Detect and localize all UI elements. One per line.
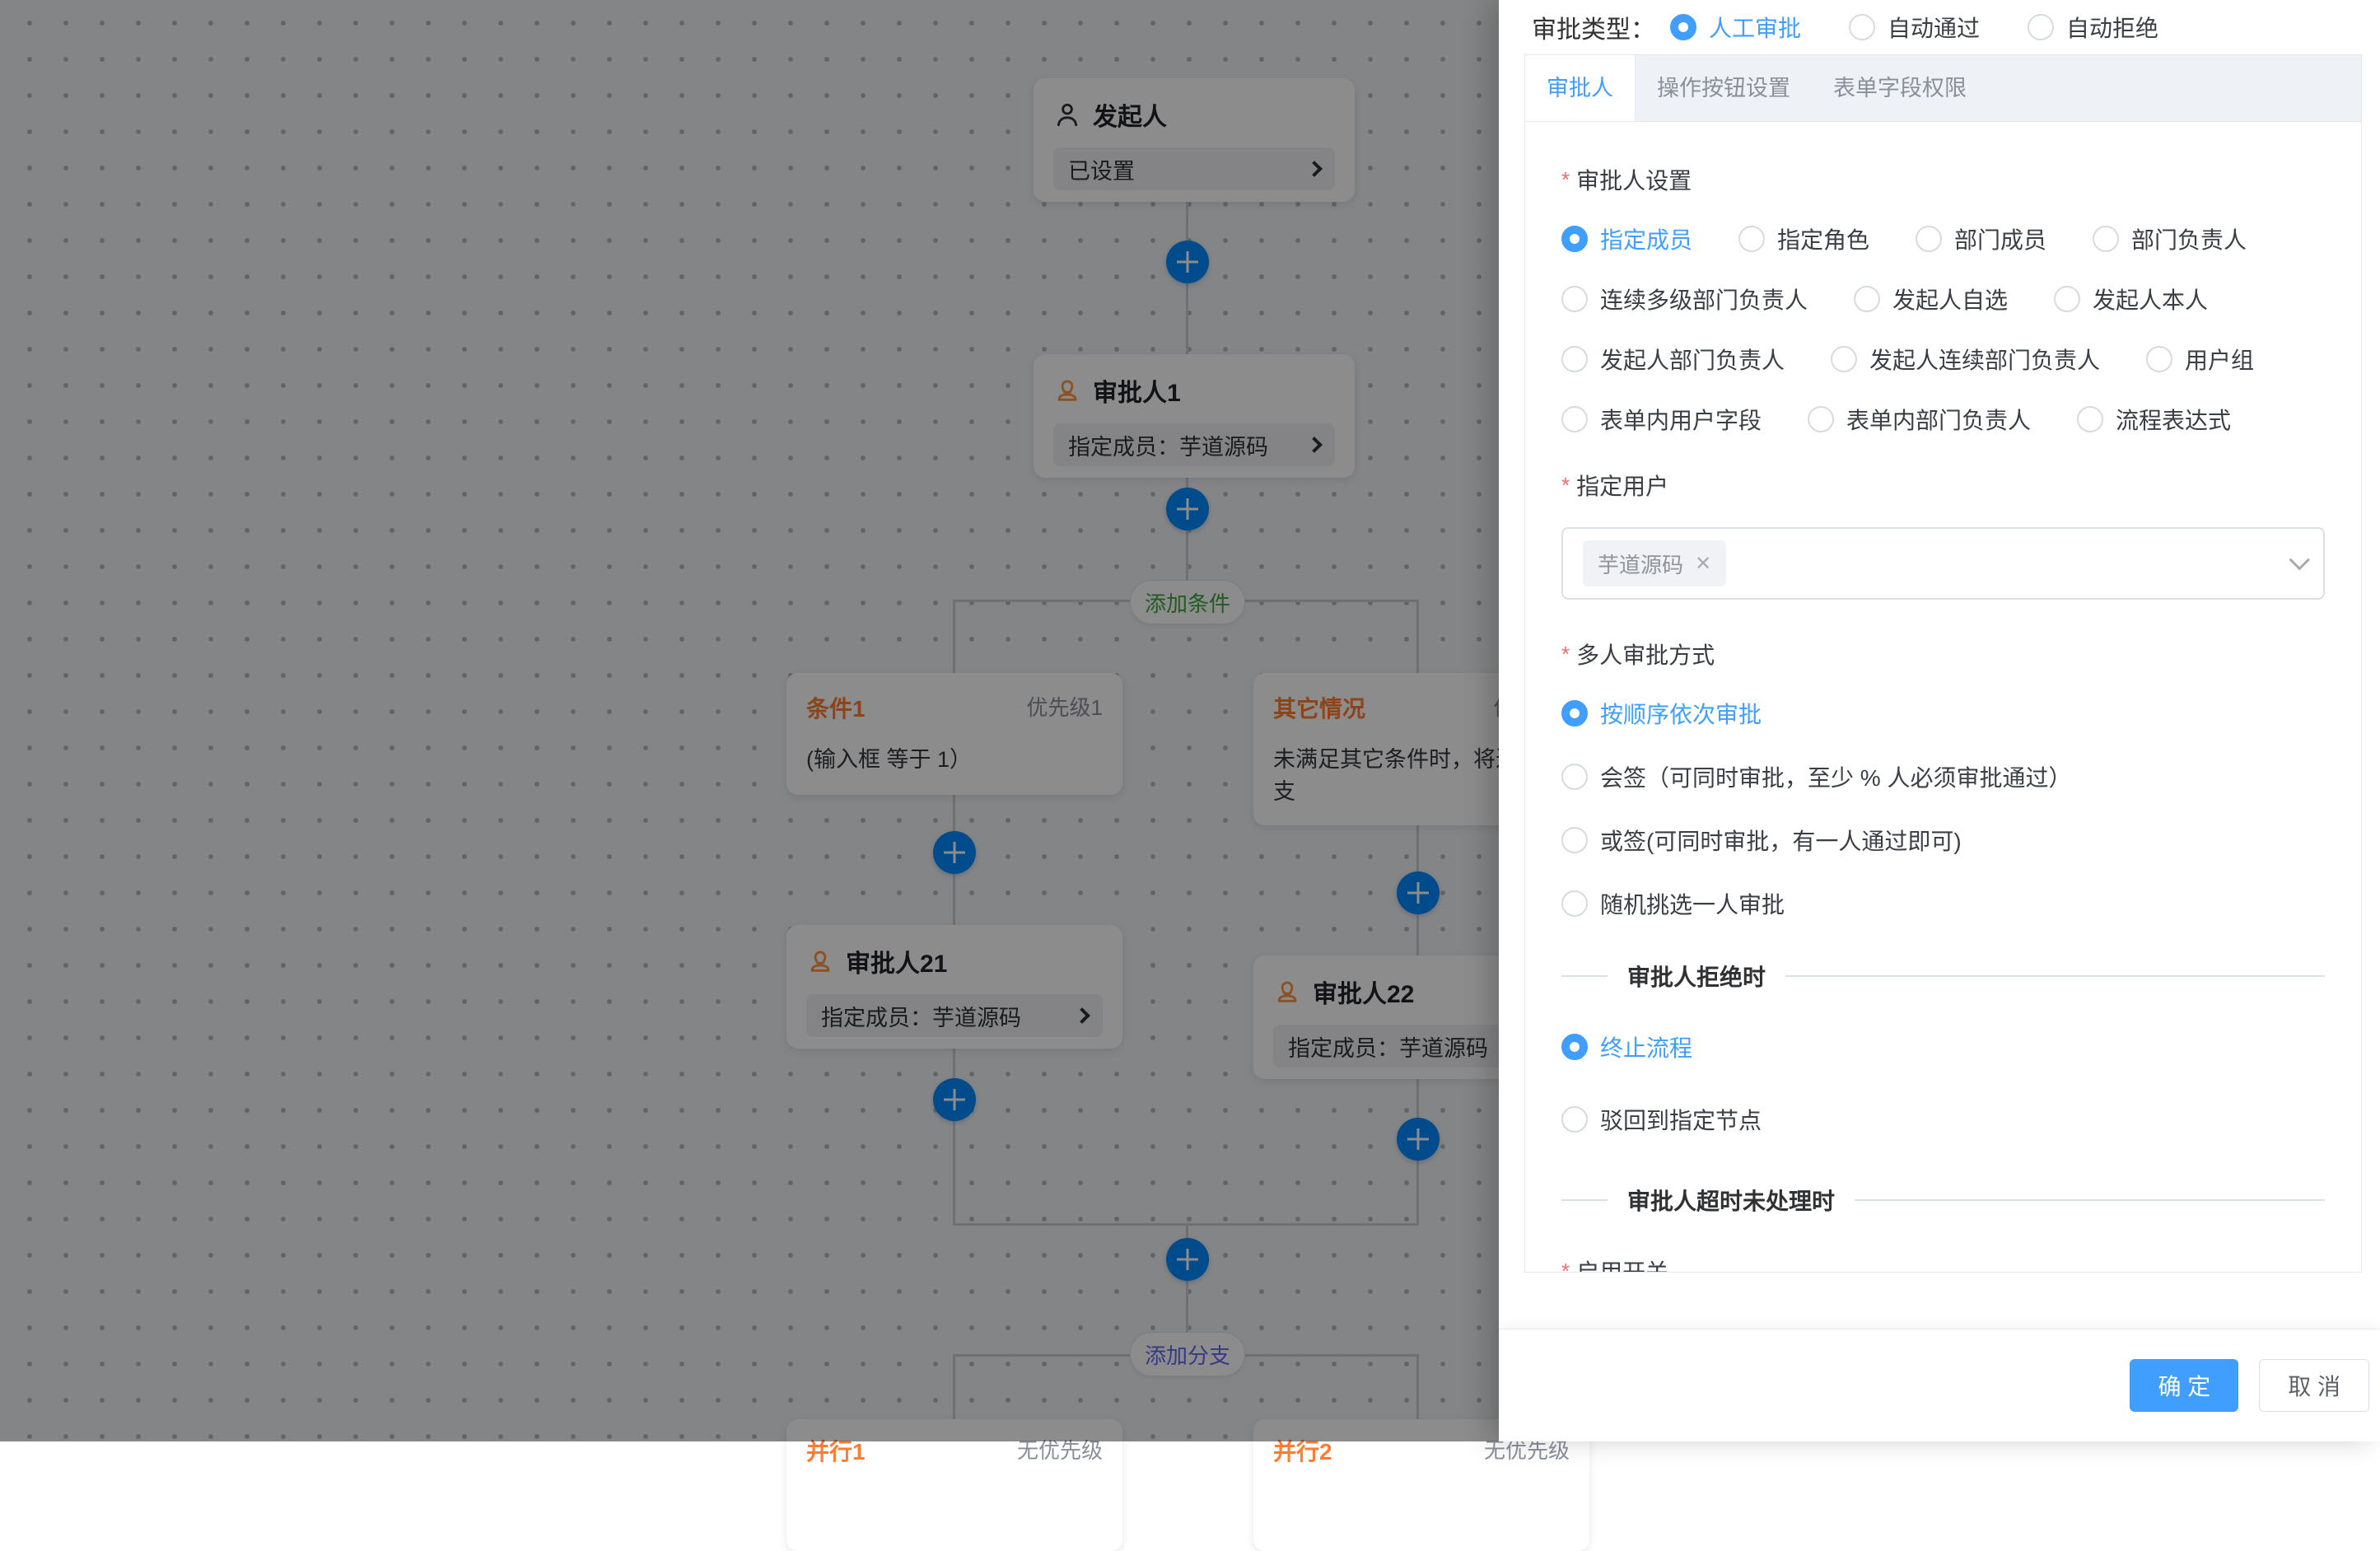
radio-specified-member[interactable]: 指定成员	[1561, 222, 1692, 255]
tab-approver[interactable]: 审批人	[1525, 55, 1636, 121]
radio-icon	[1561, 226, 1588, 252]
drawer-footer: 确 定 取 消	[1499, 1329, 2380, 1441]
radio-specified-role[interactable]: 指定角色	[1738, 222, 1869, 255]
radio-manual-approval[interactable]: 人工审批	[1670, 11, 1801, 44]
radio-multi-level-dept-leader[interactable]: 连续多级部门负责人	[1561, 283, 1808, 315]
radio-initiator-self[interactable]: 发起人本人	[2054, 283, 2208, 315]
reject-radio-group: 终止流程 驳回到指定节点	[1561, 1030, 2325, 1136]
radio-auto-reject[interactable]: 自动拒绝	[2028, 11, 2158, 44]
radio-dept-leader[interactable]: 部门负责人	[2093, 222, 2247, 255]
multi-approve-label: * 多人审批方式	[1561, 638, 2325, 670]
radio-icon	[1916, 226, 1942, 252]
specify-user-label: * 指定用户	[1561, 469, 2325, 502]
radio-icon	[1670, 14, 1696, 40]
tag-close-icon[interactable]: ✕	[1695, 552, 1711, 576]
tab-form-field-permissions[interactable]: 表单字段权限	[1812, 55, 1988, 121]
enable-switch-label: * 启用开关	[1561, 1254, 2325, 1272]
tab-bar: 审批人 操作按钮设置 表单字段权限	[1525, 55, 2361, 122]
reject-section-divider: 审批人拒绝时	[1561, 960, 2325, 993]
radio-icon	[1561, 346, 1588, 372]
radio-auto-approve[interactable]: 自动通过	[1849, 11, 1980, 44]
radio-icon	[1561, 764, 1588, 790]
user-tag-label: 芋道源码	[1598, 549, 1683, 579]
radio-icon	[2054, 286, 2080, 312]
radio-icon	[1561, 1106, 1588, 1133]
settings-tabs-card: 审批人 操作按钮设置 表单字段权限 * 审批人设置 指定成员 指定角色	[1524, 54, 2362, 1273]
approval-type-label: 审批类型：	[1532, 9, 1655, 45]
radio-icon	[2028, 14, 2054, 40]
confirm-button[interactable]: 确 定	[2130, 1359, 2238, 1412]
radio-icon	[1561, 406, 1588, 432]
radio-return-to-node[interactable]: 驳回到指定节点	[1561, 1103, 2325, 1136]
required-asterisk: *	[1561, 473, 1570, 498]
reject-section-title: 审批人拒绝时	[1608, 960, 1785, 993]
radio-initiator-multi-dept-leader[interactable]: 发起人连续部门负责人	[1831, 343, 2100, 376]
radio-icon	[1561, 700, 1588, 726]
user-tag: 芋道源码 ✕	[1583, 540, 1726, 586]
radio-initiator-choose[interactable]: 发起人自选	[1854, 283, 2008, 315]
approval-type-row: 审批类型： 人工审批 自动通过 自动拒绝	[1499, 0, 2380, 54]
radio-icon	[1831, 346, 1857, 372]
radio-icon	[2093, 226, 2119, 252]
approver-setting-row: 发起人部门负责人 发起人连续部门负责人 用户组	[1561, 343, 2325, 376]
approval-type-radio-group: 人工审批 自动通过 自动拒绝	[1670, 11, 2158, 44]
approver-settings-drawer: 审批类型： 人工审批 自动通过 自动拒绝 审批人 操作按钮设置 表单字段权限	[1499, 0, 2380, 1441]
timeout-section-title: 审批人超时未处理时	[1608, 1184, 1855, 1217]
radio-countersign[interactable]: 会签（可同时审批，至少 % 人必须审批通过）	[1561, 760, 2325, 793]
radio-terminate-process[interactable]: 终止流程	[1561, 1030, 2325, 1063]
required-asterisk: *	[1561, 1259, 1570, 1273]
radio-random-one[interactable]: 随机挑选一人审批	[1561, 887, 2325, 920]
radio-orsign[interactable]: 或签(可同时审批，有一人通过即可)	[1561, 824, 2325, 857]
tab-content: * 审批人设置 指定成员 指定角色 部门成员 部门负责人	[1525, 122, 2361, 1272]
radio-icon	[1561, 286, 1588, 312]
radio-icon	[1808, 406, 1834, 432]
radio-form-user-field[interactable]: 表单内用户字段	[1561, 403, 1762, 436]
radio-process-expression[interactable]: 流程表达式	[2077, 403, 2231, 436]
radio-icon	[2077, 406, 2103, 432]
radio-icon	[1849, 14, 1875, 40]
multi-approve-radio-group: 按顺序依次审批 会签（可同时审批，至少 % 人必须审批通过） 或签(可同时审批，…	[1561, 697, 2325, 920]
radio-sequential-approval[interactable]: 按顺序依次审批	[1561, 697, 2325, 730]
tab-action-buttons[interactable]: 操作按钮设置	[1636, 55, 1812, 121]
required-asterisk: *	[1561, 167, 1570, 193]
radio-dept-member[interactable]: 部门成员	[1916, 222, 2046, 255]
approver-setting-row: 表单内用户字段 表单内部门负责人 流程表达式	[1561, 403, 2325, 436]
timeout-section-divider: 审批人超时未处理时	[1561, 1184, 2325, 1217]
radio-icon	[1561, 827, 1588, 853]
radio-icon	[2146, 346, 2172, 372]
approver-setting-label: * 审批人设置	[1561, 163, 2325, 196]
approver-setting-row: 连续多级部门负责人 发起人自选 发起人本人	[1561, 283, 2325, 315]
radio-icon	[1561, 1034, 1588, 1060]
approver-setting-row: 指定成员 指定角色 部门成员 部门负责人	[1561, 222, 2325, 255]
radio-icon	[1738, 226, 1765, 252]
chevron-down-icon	[2289, 549, 2310, 570]
radio-initiator-dept-leader[interactable]: 发起人部门负责人	[1561, 343, 1785, 376]
radio-icon	[1561, 890, 1588, 917]
radio-user-group[interactable]: 用户组	[2146, 343, 2254, 376]
radio-form-dept-leader[interactable]: 表单内部门负责人	[1808, 403, 2031, 436]
specify-user-select[interactable]: 芋道源码 ✕	[1561, 527, 2325, 600]
required-asterisk: *	[1561, 642, 1570, 667]
cancel-button[interactable]: 取 消	[2259, 1359, 2369, 1412]
radio-icon	[1854, 286, 1880, 312]
